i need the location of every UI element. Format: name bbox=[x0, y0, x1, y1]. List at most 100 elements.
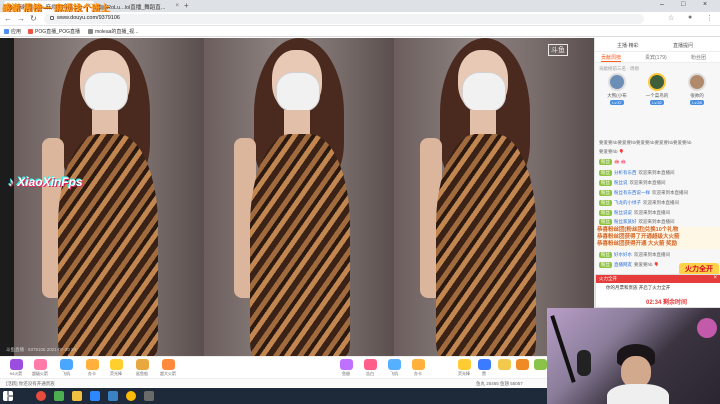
address-bar: ← → ↻ www.douyu.com/9379106 ☆ ● ⋮ bbox=[0, 12, 720, 26]
bookmark-icon bbox=[28, 29, 33, 34]
gift-thumb-icon bbox=[477, 359, 491, 370]
gift-plane-icon bbox=[59, 359, 73, 370]
bookmarks-bar: 应用 POG直播_POG直播 moleaa的直播_视... bbox=[0, 26, 720, 37]
gift-card-icon bbox=[411, 359, 425, 370]
rank-item[interactable]: 大熊(小布 Lv.37 bbox=[599, 73, 635, 106]
gift-gold-icon bbox=[497, 359, 511, 370]
avatar bbox=[608, 73, 626, 91]
firepower-popup: 火力全开 × 你的月票和贵族 开启了火力全开 02:34 剩余时间 bbox=[595, 274, 720, 308]
close-icon[interactable]: × bbox=[713, 275, 717, 281]
panel-tab-anchor[interactable]: 主播·精彩 bbox=[617, 42, 639, 49]
gift-super-rocket-icon bbox=[33, 359, 47, 370]
popup-text: 你的月票和贵族 开启了火力全开 bbox=[606, 285, 671, 290]
noble-status: [活跃] 你还没有开通贵族 bbox=[6, 381, 55, 386]
rank-item[interactable]: 很帅的 Lv.28 bbox=[679, 73, 715, 106]
lock-icon bbox=[50, 16, 54, 20]
gift-item[interactable]: 飞机 bbox=[58, 359, 74, 377]
face-mask bbox=[276, 72, 320, 112]
folder-icon[interactable] bbox=[72, 391, 82, 401]
gift-item[interactable]: 鱼翅 bbox=[338, 359, 354, 377]
close-icon[interactable]: × bbox=[175, 3, 179, 9]
gift-icon-slot[interactable] bbox=[496, 359, 512, 370]
apps-icon bbox=[4, 29, 9, 34]
mic-arm bbox=[550, 315, 576, 383]
gift-item[interactable]: 超级火箭 bbox=[32, 359, 48, 377]
close-window-icon[interactable]: × bbox=[703, 1, 707, 8]
app-icon[interactable] bbox=[108, 391, 118, 401]
gift-sub-bar: [活跃] 你还没有开通贵族 鱼丸 25465 鱼翅 55057 bbox=[0, 378, 594, 387]
tiktok-watermark: ♪ XiaoXinFps bbox=[8, 175, 83, 189]
chat-message: 粉丝 粉丝说说 欢迎来到本直播间 bbox=[599, 210, 670, 216]
gift-rocket-icon bbox=[9, 359, 23, 370]
chat-message: 粉丝 直播网友 要爱要hb 🎈 bbox=[599, 262, 660, 268]
windows-start-icon[interactable] bbox=[3, 391, 13, 401]
menu-icon[interactable]: ⋮ bbox=[706, 14, 713, 22]
gift-heart-icon bbox=[363, 359, 377, 370]
bookmark-moleaa[interactable]: moleaa的直播_视... bbox=[88, 28, 138, 35]
channel-logo: 斗鱼 bbox=[548, 44, 568, 56]
gift-green-icon bbox=[533, 359, 547, 370]
chrome-icon[interactable] bbox=[126, 391, 136, 401]
screen: 感谢 周榜一 麻烦找个班上 × RoLu...lol直播_舞蹈直... × + … bbox=[0, 0, 720, 404]
app-icon[interactable] bbox=[90, 391, 100, 401]
gift-plane-icon bbox=[387, 359, 401, 370]
back-icon[interactable]: ← bbox=[4, 14, 12, 23]
chat-message: 粉丝 粉丝家族好 欢迎来到本直播间 bbox=[599, 219, 675, 225]
forward-icon[interactable]: → bbox=[17, 14, 25, 23]
gift-announcement-banner: 恭喜粉丝团[粉丝团]兑换10个礼物 恭喜粉丝团获得了开通超级大火箭 恭喜粉丝团获… bbox=[597, 227, 719, 249]
gift-item[interactable]: 办卡 bbox=[84, 359, 100, 377]
gift-item[interactable]: 鲨鱼船 bbox=[134, 359, 150, 377]
chat-message: 粉丝 粉丝说 欢迎来到本直播间 bbox=[599, 180, 666, 186]
avatar bbox=[688, 73, 706, 91]
gift-glowstick-icon bbox=[457, 359, 471, 370]
currency-balance: 鱼丸 25465 鱼翅 55057 bbox=[476, 381, 523, 386]
chat-message: 粉丝 飞龙的小绿子 欢迎来到本直播间 bbox=[599, 200, 679, 206]
gift-item[interactable]: 荧光棒 bbox=[108, 359, 124, 377]
chat-message: 要爱要hb要爱要hb要爱要hb要爱要hb要爱要hb bbox=[599, 140, 692, 145]
reload-icon[interactable]: ↻ bbox=[30, 14, 37, 23]
dress bbox=[436, 134, 536, 356]
popup-timer: 02:34 剩余时间 bbox=[646, 300, 688, 306]
face-mask bbox=[84, 72, 128, 112]
tab-fans[interactable]: 粉丝团 bbox=[691, 54, 706, 61]
gift-item[interactable]: 告白 bbox=[362, 359, 378, 377]
panel-tab-question[interactable]: 直播提问 bbox=[673, 42, 693, 49]
bookmark-apps[interactable]: 应用 bbox=[4, 28, 21, 35]
face-mask bbox=[462, 72, 506, 112]
video-player[interactable]: ♪ XiaoXinFps 斗鱼 斗鱼直播 · 9379106 2021-07-2… bbox=[0, 38, 594, 356]
gift-orange-icon bbox=[515, 359, 529, 370]
gift-icon-slot[interactable] bbox=[532, 359, 548, 370]
chat-message: 粉丝 🐽 🐽 bbox=[599, 159, 627, 165]
gift-item[interactable]: 超大火箭 bbox=[160, 359, 176, 377]
account-icon[interactable]: ● bbox=[688, 14, 692, 21]
rank-item[interactable]: 一个菜鸟的 Lv.32 bbox=[639, 73, 675, 106]
dress bbox=[250, 134, 350, 356]
gift-item[interactable]: 飞机 bbox=[386, 359, 402, 377]
bookmark-pog[interactable]: POG直播_POG直播 bbox=[28, 28, 80, 35]
gift-item[interactable]: 荧光棒 bbox=[456, 359, 472, 377]
browser-tabstrip: 感谢 周榜一 麻烦找个班上 × RoLu...lol直播_舞蹈直... × + … bbox=[0, 0, 720, 13]
video-frame-left bbox=[14, 38, 204, 356]
url-input[interactable]: www.douyu.com/9379106 bbox=[44, 14, 644, 24]
gift-boat-icon bbox=[135, 359, 149, 370]
gift-bar: 94火箭 超级火箭 飞机 办卡 荧光棒 鲨鱼船 超大火箭 鱼翅 告白 飞机 办卡… bbox=[0, 356, 594, 378]
gift-item[interactable]: 办卡 bbox=[410, 359, 426, 377]
gift-shark-icon bbox=[339, 359, 353, 370]
app-icon[interactable] bbox=[144, 391, 154, 401]
gift-big-rocket-icon bbox=[161, 359, 175, 370]
minimize-icon[interactable]: – bbox=[660, 1, 664, 8]
tab-weekly-rank[interactable]: 贡献周榜 bbox=[601, 54, 622, 62]
tab-vip[interactable]: 贵宾(179) bbox=[645, 54, 667, 61]
chat-message: 粉丝 好水好水 欢迎来到本直播间 bbox=[599, 252, 670, 258]
url-text: www.douyu.com/9379106 bbox=[57, 15, 120, 21]
gift-item[interactable]: 赞 bbox=[476, 359, 492, 377]
star-icon[interactable]: ☆ bbox=[668, 14, 674, 22]
maximize-icon[interactable]: □ bbox=[681, 1, 685, 8]
gift-icon-slot[interactable] bbox=[514, 359, 530, 370]
app-icon[interactable] bbox=[54, 391, 64, 401]
app-icon[interactable] bbox=[36, 391, 46, 401]
taskbar bbox=[0, 388, 547, 404]
rank-header: 贡献榜前三名 · 周榜 bbox=[599, 66, 639, 71]
new-tab-icon[interactable]: + bbox=[184, 1, 189, 10]
gift-item[interactable]: 94火箭 bbox=[8, 359, 24, 377]
